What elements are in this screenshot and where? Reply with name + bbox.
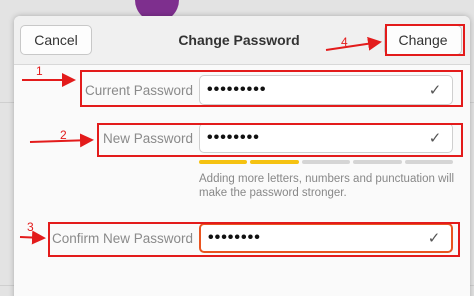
annotation-box-3 — [48, 222, 460, 257]
annotation-number: 2 — [60, 128, 67, 142]
password-strength-bar — [199, 160, 454, 164]
annotation-number: 1 — [36, 64, 43, 78]
strength-segment — [301, 160, 351, 164]
strength-segment — [199, 160, 248, 164]
strength-segment — [404, 160, 454, 164]
annotation-number: 4 — [341, 35, 348, 49]
annotation-box-1 — [80, 70, 463, 107]
dialog-title: Change Password — [178, 32, 300, 48]
cancel-button[interactable]: Cancel — [20, 25, 92, 55]
annotation-box-4 — [385, 24, 465, 56]
annotation-number: 3 — [27, 220, 34, 234]
strength-segment — [250, 160, 299, 164]
screen: Cancel Change Password Change Current Pa… — [0, 0, 474, 296]
strength-segment — [353, 160, 402, 164]
annotation-box-2 — [97, 123, 463, 157]
password-hint: Adding more letters, numbers and punctua… — [199, 173, 455, 199]
